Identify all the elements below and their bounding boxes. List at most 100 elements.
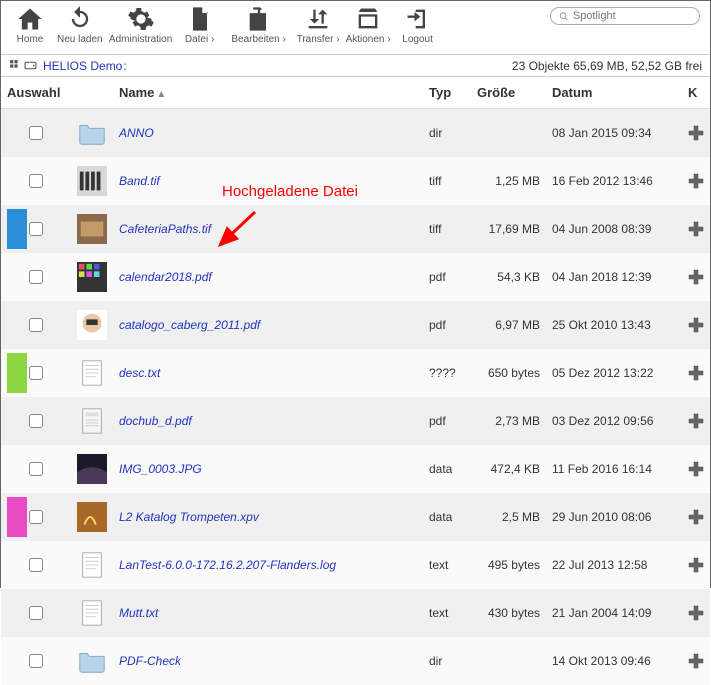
add-button[interactable] <box>688 317 704 333</box>
select-checkbox[interactable] <box>29 174 43 188</box>
file-size: 472,4 KB <box>471 445 546 493</box>
spotlight-input[interactable] <box>573 10 691 22</box>
file-menu[interactable]: Datei › <box>179 5 221 45</box>
drive-icon[interactable] <box>24 59 37 72</box>
admin-button[interactable]: Administration <box>109 5 173 45</box>
select-checkbox[interactable] <box>29 510 43 524</box>
toolbar: Home Neu laden Administration Datei › Be… <box>1 1 710 55</box>
table-row: ANNOdir08 Jan 2015 09:34 <box>1 109 710 158</box>
select-checkbox[interactable] <box>29 414 43 428</box>
select-checkbox[interactable] <box>29 462 43 476</box>
file-name-link[interactable]: ANNO <box>119 126 154 140</box>
col-type[interactable]: Typ <box>423 77 471 109</box>
file-name-link[interactable]: catalogo_caberg_2011.pdf <box>119 318 260 332</box>
file-thumbnail[interactable] <box>77 358 107 388</box>
transfer-menu[interactable]: Transfer › <box>297 5 340 45</box>
search-icon <box>559 11 569 22</box>
file-name-link[interactable]: LanTest-6.0.0-172.16.2.207-Flanders.log <box>119 558 336 572</box>
file-thumbnail[interactable] <box>77 406 107 436</box>
file-date: 21 Jan 2004 14:09 <box>546 589 682 637</box>
table-row: L2 Katalog Trompeten.xpvdata2,5 MB29 Jun… <box>1 493 710 541</box>
file-name-link[interactable]: Mutt.txt <box>119 606 158 620</box>
file-thumbnail[interactable] <box>77 598 107 628</box>
col-k[interactable]: K <box>682 77 710 109</box>
file-thumbnail[interactable] <box>77 502 107 532</box>
spotlight-search[interactable] <box>550 7 700 25</box>
actions-menu[interactable]: Aktionen › <box>346 5 391 45</box>
file-name-link[interactable]: dochub_d.pdf <box>119 414 192 428</box>
file-type: tiff <box>423 205 471 253</box>
file-date: 16 Feb 2012 13:46 <box>546 157 682 205</box>
add-button[interactable] <box>688 605 704 621</box>
table-row: desc.txt????650 bytes05 Dez 2012 13:22 <box>1 349 710 397</box>
home-label: Home <box>17 34 44 45</box>
grid-icon[interactable] <box>9 59 22 72</box>
file-date: 08 Jan 2015 09:34 <box>546 109 682 158</box>
file-name-link[interactable]: calendar2018.pdf <box>119 270 212 284</box>
file-name-link[interactable]: L2 Katalog Trompeten.xpv <box>119 510 259 524</box>
add-button[interactable] <box>688 653 704 669</box>
file-size: 2,5 MB <box>471 493 546 541</box>
add-button[interactable] <box>688 557 704 573</box>
add-button[interactable] <box>688 509 704 525</box>
file-size <box>471 109 546 158</box>
file-name-link[interactable]: CafeteriaPaths.tif <box>119 222 211 236</box>
file-date: 05 Dez 2012 13:22 <box>546 349 682 397</box>
file-size: 2,73 MB <box>471 397 546 445</box>
file-name-link[interactable]: Band.tif <box>119 174 160 188</box>
add-button[interactable] <box>688 461 704 477</box>
file-thumbnail[interactable] <box>77 118 107 148</box>
file-name-link[interactable]: IMG_0003.JPG <box>119 462 202 476</box>
add-button[interactable] <box>688 173 704 189</box>
file-thumbnail[interactable] <box>77 550 107 580</box>
file-size: 430 bytes <box>471 589 546 637</box>
file-type: data <box>423 445 471 493</box>
select-checkbox[interactable] <box>29 366 43 380</box>
file-size: 17,69 MB <box>471 205 546 253</box>
file-date: 14 Okt 2013 09:46 <box>546 637 682 685</box>
file-name-link[interactable]: desc.txt <box>119 366 160 380</box>
color-label <box>7 209 27 249</box>
reload-button[interactable]: Neu laden <box>57 5 103 45</box>
col-date[interactable]: Datum <box>546 77 682 109</box>
file-type: tiff <box>423 157 471 205</box>
logout-button[interactable]: Logout <box>397 5 439 45</box>
file-type: text <box>423 589 471 637</box>
file-date: 22 Jul 2013 12:58 <box>546 541 682 589</box>
select-checkbox[interactable] <box>29 318 43 332</box>
file-size: 495 bytes <box>471 541 546 589</box>
select-checkbox[interactable] <box>29 606 43 620</box>
file-date: 29 Jun 2010 08:06 <box>546 493 682 541</box>
file-size: 1,25 MB <box>471 157 546 205</box>
add-button[interactable] <box>688 125 704 141</box>
file-thumbnail[interactable] <box>77 454 107 484</box>
select-checkbox[interactable] <box>29 558 43 572</box>
file-label: Datei › <box>185 34 214 45</box>
add-button[interactable] <box>688 413 704 429</box>
breadcrumb-sep: : <box>123 59 126 73</box>
breadcrumb-bar: HELIOS Demo : 23 Objekte 65,69 MB, 52,52… <box>1 55 710 77</box>
add-button[interactable] <box>688 221 704 237</box>
edit-menu[interactable]: Bearbeiten › <box>227 5 291 45</box>
add-button[interactable] <box>688 365 704 381</box>
logout-label: Logout <box>402 34 433 45</box>
select-checkbox[interactable] <box>29 222 43 236</box>
file-thumbnail[interactable] <box>77 310 107 340</box>
file-thumbnail[interactable] <box>77 166 107 196</box>
file-thumbnail[interactable] <box>77 646 107 676</box>
select-checkbox[interactable] <box>29 270 43 284</box>
breadcrumb-root[interactable]: HELIOS Demo <box>43 59 122 73</box>
home-button[interactable]: Home <box>9 5 51 45</box>
file-thumbnail[interactable] <box>77 262 107 292</box>
add-button[interactable] <box>688 269 704 285</box>
col-size[interactable]: Größe <box>471 77 546 109</box>
table-row: LanTest-6.0.0-172.16.2.207-Flanders.logt… <box>1 541 710 589</box>
file-size: 6,97 MB <box>471 301 546 349</box>
select-checkbox[interactable] <box>29 126 43 140</box>
col-name[interactable]: Name▲ <box>113 77 423 109</box>
edit-label: Bearbeiten › <box>231 34 285 45</box>
select-checkbox[interactable] <box>29 654 43 668</box>
file-date: 04 Jun 2008 08:39 <box>546 205 682 253</box>
file-name-link[interactable]: PDF-Check <box>119 654 181 668</box>
file-thumbnail[interactable] <box>77 214 107 244</box>
